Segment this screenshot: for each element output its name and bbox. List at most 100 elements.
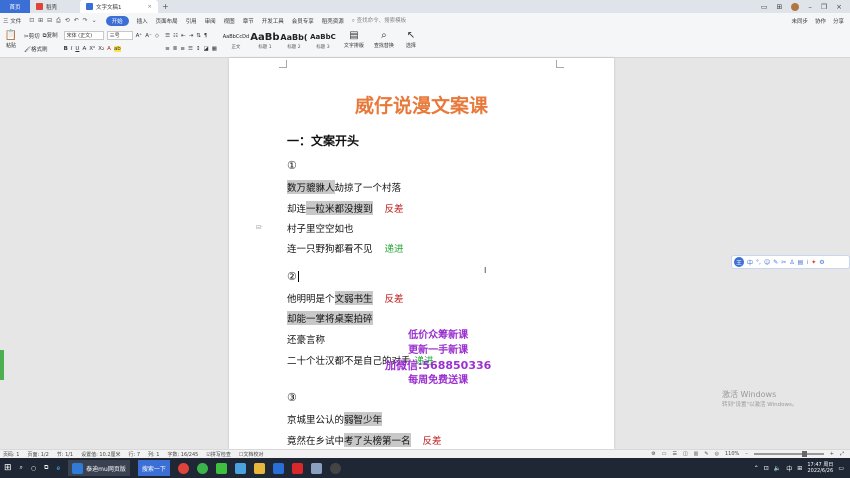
font-size-select[interactable]: 三号 [106, 31, 133, 40]
volume-icon[interactable]: 🔈 [774, 465, 781, 472]
keyboard-icon[interactable]: ▤ [798, 259, 804, 266]
notification-icon[interactable]: ▭ [838, 465, 844, 472]
italic-icon[interactable]: I [71, 46, 73, 52]
folder-icon[interactable] [253, 462, 265, 474]
menu-chapter[interactable]: 章节 [243, 17, 254, 25]
zoom-out-icon[interactable]: – [745, 451, 748, 457]
settings-icon[interactable]: ⚙ [819, 259, 824, 266]
write-view-icon[interactable]: ✎ [704, 451, 708, 457]
app-icon[interactable] [234, 462, 246, 474]
superscript-icon[interactable]: X² [89, 46, 95, 52]
search-icon[interactable]: ⌕ [20, 464, 23, 472]
left-edge-tab[interactable] [0, 350, 4, 380]
doc-line-2[interactable]: 却连 一粒米都没搜到 反差 [287, 201, 404, 215]
pin-icon[interactable]: ✦ [811, 259, 816, 266]
style-heading-2[interactable]: AaBb(标题 2 [280, 30, 307, 51]
menu-member[interactable]: 会员专享 [292, 17, 314, 25]
sort-icon[interactable]: ⇅ [196, 33, 201, 39]
underline-icon[interactable]: U [75, 46, 79, 52]
network-icon[interactable]: ⊡ [764, 465, 769, 472]
format-painter-button[interactable]: 🖌格式刷 [24, 45, 48, 53]
wps-icon[interactable] [291, 462, 303, 474]
clock[interactable]: 17:47 周日 2022/6/26 [807, 462, 833, 474]
minimize-icon[interactable]: – [808, 3, 812, 11]
web-view-icon[interactable]: ◫ [683, 451, 688, 457]
spell-check-toggle[interactable]: ☑拼写检查 [206, 451, 231, 458]
tools-icon[interactable]: ✂ [781, 259, 786, 266]
doc-line-7[interactable]: 还豪言称 [287, 332, 325, 346]
doc-line-6[interactable]: 却能一掌将桌案拍碎 [287, 311, 373, 325]
grow-font-icon[interactable]: A⁺ [136, 33, 143, 39]
zoom-slider[interactable] [753, 451, 824, 457]
indent-increase-icon[interactable]: ⇥ [189, 33, 194, 39]
page-view-icon[interactable]: ▭ [662, 451, 667, 457]
grid-icon[interactable]: ⊞ [776, 3, 782, 11]
doc-line-9[interactable]: 京城里公认的 弱智少年 [287, 412, 383, 426]
style-heading-1[interactable]: AaBb 标题 1 [250, 30, 279, 51]
zoom-slider-thumb[interactable] [801, 451, 807, 457]
tab-docer[interactable]: 稻壳 [30, 0, 80, 13]
menu-page-layout[interactable]: 页面布局 [156, 17, 178, 25]
show-marks-icon[interactable]: ¶ [204, 33, 208, 39]
taskbar-search-button[interactable]: 搜索一下 [137, 460, 170, 476]
outline-view-icon[interactable]: ☰ [672, 451, 676, 457]
text-layout-button[interactable]: ▤ 文字排版 [342, 30, 366, 49]
zoom-level[interactable]: 110% [725, 451, 739, 457]
section-heading[interactable]: 一：文案开头 [287, 132, 359, 149]
shrink-font-icon[interactable]: A⁻ [145, 33, 152, 39]
paste-button[interactable]: 📋 粘贴 [4, 30, 18, 49]
taskbar-browser-app[interactable]: 泰迪mu网页版 [68, 460, 130, 476]
marker-3[interactable]: ③ [287, 391, 297, 404]
doc-line-10[interactable]: 竟然在乡试中 考了头榜第一名 反差 [287, 433, 442, 447]
edge-icon[interactable]: e [56, 465, 60, 472]
subscript-icon[interactable]: X₂ [98, 46, 104, 52]
menu-review[interactable]: 审阅 [205, 17, 216, 25]
more-icon[interactable]: ⁞ [806, 259, 808, 266]
style-heading-3[interactable]: AaBbC 标题 3 [310, 30, 336, 50]
emoji-icon[interactable]: ☺ [764, 259, 770, 266]
restore-icon[interactable]: ❐ [821, 3, 827, 11]
eye-protect-icon[interactable]: ◎ [715, 451, 719, 457]
status-word-count[interactable]: 字数: 16/245 [167, 451, 198, 458]
tab-home[interactable]: 首页 [0, 0, 30, 13]
punctuation-icon[interactable]: °, [756, 259, 761, 266]
collab-button[interactable]: 协作 [815, 17, 826, 25]
cortana-icon[interactable]: ○ [31, 465, 36, 472]
menu-developer[interactable]: 开发工具 [262, 17, 284, 25]
menu-start[interactable]: 开始 [105, 15, 129, 26]
document-title[interactable]: 威仔说漫文案课 [229, 91, 614, 118]
share-button[interactable]: 分享 [833, 17, 844, 25]
input-language[interactable]: 中 [786, 464, 792, 473]
numbered-list-icon[interactable]: ☷ [173, 33, 178, 39]
menu-insert[interactable]: 插入 [137, 17, 148, 25]
highlight-icon[interactable]: ab [113, 45, 121, 52]
close-window-icon[interactable]: × [836, 3, 842, 11]
doc-line-3[interactable]: 村子里空空如也 [287, 221, 354, 235]
layout-icon[interactable]: ▭ [761, 3, 768, 11]
doc-line-5[interactable]: 他明明是个 文弱书生 反差 [287, 291, 404, 305]
avatar[interactable] [791, 2, 800, 11]
cut-button[interactable]: ✂剪切 [24, 32, 40, 40]
marker-2[interactable]: ② [287, 270, 299, 283]
skin-icon[interactable]: ♙ [789, 259, 794, 266]
pen-icon[interactable]: ✎ [773, 259, 778, 266]
command-search[interactable]: ⌕ 查找命令、搜索模板 [352, 16, 406, 25]
close-tab-icon[interactable]: × [147, 4, 152, 10]
chrome-icon[interactable] [177, 462, 189, 474]
chinese-input-icon[interactable]: 中 [747, 258, 753, 267]
wps-logo-icon[interactable]: 王 [734, 257, 744, 267]
menu-references[interactable]: 引用 [186, 17, 197, 25]
focus-mode-icon[interactable]: ⚙ [651, 451, 655, 457]
align-center-icon[interactable]: ≣ [173, 46, 178, 52]
align-right-icon[interactable]: ≡ [180, 46, 185, 52]
indent-decrease-icon[interactable]: ⇤ [181, 33, 186, 39]
align-left-icon[interactable]: ≡ [165, 46, 170, 52]
status-pages[interactable]: 页面: 1/2 [27, 451, 48, 458]
font-name-select[interactable]: 宋体 (正文) [63, 31, 104, 40]
paragraph-handle-icon[interactable]: ⊟· [256, 224, 263, 231]
bold-icon[interactable]: B [64, 46, 68, 52]
ime-icon[interactable]: ⊞ [797, 465, 802, 472]
new-tab-button[interactable]: + [158, 2, 173, 11]
file-menu[interactable]: 三 文件 [3, 17, 21, 25]
doc-line-1[interactable]: 数万貔貅人 劫掠了一个村落 [287, 180, 401, 194]
